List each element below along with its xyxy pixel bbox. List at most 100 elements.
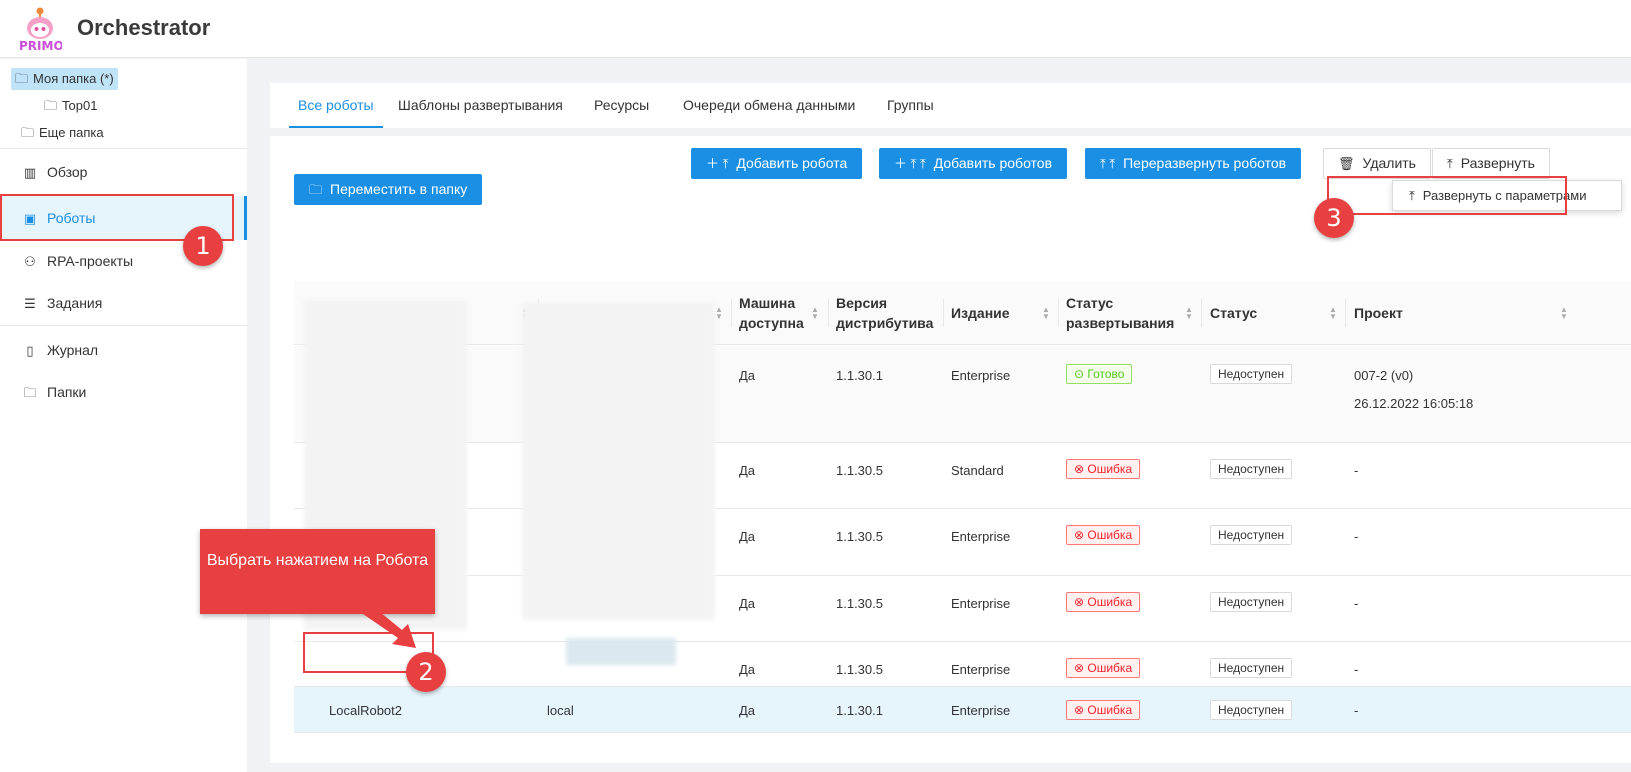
folder-top01[interactable]: 🗀 Top01 [40, 95, 101, 117]
cell-machine: Да [739, 703, 756, 718]
folder-icon: 🗀 [23, 385, 37, 400]
redacted-location [566, 638, 676, 665]
folder-another[interactable]: 🗀 Еще папка [17, 122, 108, 144]
cell-version: 1.1.30.5 [836, 662, 883, 677]
status-badge: Недоступен [1210, 700, 1293, 720]
cell-version: 1.1.30.1 [836, 368, 883, 383]
folder-icon: 🗀 [21, 125, 35, 140]
nav-journal[interactable]: ▯ Журнал [0, 328, 247, 372]
upload-icon: ⤒ [1447, 156, 1453, 171]
tab-deploy-templates[interactable]: Шаблоны развертывания [398, 83, 563, 128]
nav-overview[interactable]: ▥ Обзор [0, 150, 247, 194]
table-row[interactable]: Да 1.1.30.1 Enterprise ⊙ Готово Недоступ… [294, 346, 1631, 443]
col-version[interactable]: Версия дистрибутива [836, 281, 933, 345]
cell-machine: Да [739, 596, 756, 611]
add-robots-button[interactable]: ＋ ⤒ ⤒ Добавить роботов [879, 148, 1068, 179]
error-circle-icon: ⊗ [1074, 595, 1088, 609]
sort-icon: ▲▼ [1560, 305, 1568, 321]
redeploy-robots-button[interactable]: ⤒ ⤒ Переразвернуть роботов [1085, 148, 1302, 179]
add-robot-button[interactable]: ＋ ⤒ Добавить робота [691, 148, 863, 179]
cell-version: 1.1.30.5 [836, 596, 883, 611]
col-machine[interactable]: Машина доступна [739, 281, 809, 345]
col-project[interactable]: Проект [1354, 281, 1403, 345]
cell-machine: Да [739, 662, 756, 677]
plus-upload-icon: ＋ ⤒ [706, 156, 729, 171]
table-row[interactable]: Да 1.1.30.5 Enterprise ⊗ Ошибка Недоступ… [294, 576, 1631, 642]
cell-version: 1.1.30.5 [836, 463, 883, 478]
col-edition[interactable]: Издание [951, 281, 1010, 345]
status-badge-error: ⊗ Ошибка [1066, 658, 1141, 678]
folder-my-folder[interactable]: 🗀 Моя папка (*) [11, 68, 118, 90]
error-circle-icon: ⊗ [1074, 528, 1088, 542]
status-badge: Недоступен [1210, 592, 1293, 612]
upload-icon: ⤒ ⤒ [1100, 156, 1116, 171]
tab-resources[interactable]: Ресурсы [594, 83, 649, 128]
nav-folders[interactable]: 🗀 Папки [0, 370, 247, 414]
folder-icon: 🗀 [309, 182, 323, 197]
sidebar-divider [0, 148, 247, 149]
arrow-icon [360, 612, 416, 648]
app-header: PRIMO Orchestrator [0, 0, 1631, 58]
col-separator [1345, 299, 1346, 327]
instruction-note: Выбрать нажатием на Робота [200, 529, 435, 614]
cell-project: - [1354, 703, 1359, 718]
status-badge-error: ⊗ Ошибка [1066, 700, 1141, 720]
cell-name[interactable]: LocalRobot2 [329, 703, 402, 718]
cell-version: 1.1.30.1 [836, 703, 883, 718]
col-separator [1201, 299, 1202, 327]
cell-project: - [1354, 529, 1359, 544]
step-badge-1: 1 [183, 226, 223, 266]
cell-edition: Enterprise [951, 368, 1011, 383]
callout-deploy-params [1327, 176, 1567, 215]
trash-icon: 🗑 [1338, 156, 1355, 171]
sidebar-divider [0, 325, 247, 326]
status-badge-error: ⊗ Ошибка [1066, 592, 1141, 612]
cell-location: local [547, 703, 574, 718]
check-circle-icon: ⊙ [1074, 367, 1088, 381]
status-badge-error: ⊗ Ошибка [1066, 459, 1141, 479]
table-row-selected[interactable]: LocalRobot2 local Да 1.1.30.1 Enterprise… [294, 687, 1631, 733]
tab-groups[interactable]: Группы [887, 83, 934, 128]
tab-queues[interactable]: Очереди обмена данными [683, 83, 855, 128]
delete-button[interactable]: 🗑 Удалить [1323, 148, 1431, 179]
sort-icon: ▲▼ [1185, 305, 1193, 321]
cell-project: - [1354, 596, 1359, 611]
folder-icon: 🗀 [15, 71, 29, 86]
book-icon: ▯ [26, 343, 34, 358]
tabs-bar: Все роботы Шаблоны развертывания Ресурсы… [270, 83, 1631, 128]
cell-machine: Да [739, 368, 756, 383]
table-row[interactable]: Да 1.1.30.5 Enterprise ⊗ Ошибка Недоступ… [294, 509, 1631, 576]
cell-project: 007-2 (v0) [1354, 368, 1414, 383]
app-title: Orchestrator [77, 15, 211, 40]
col-status[interactable]: Статус [1210, 281, 1257, 345]
cell-edition: Standard [951, 463, 1004, 478]
sort-icon: ▲▼ [715, 305, 723, 321]
table-row[interactable]: Да 1.1.30.5 Standard ⊗ Ошибка Недоступен… [294, 443, 1631, 509]
col-deploy-status[interactable]: Статус развертывания [1066, 281, 1176, 345]
table-header: Наименование ▲▼ Расположение ▲▼ Машина д… [294, 281, 1631, 345]
cell-edition: Enterprise [951, 529, 1011, 544]
list-icon: ☰ [24, 296, 36, 311]
status-badge-ok: ⊙ Готово [1066, 364, 1133, 384]
error-circle-icon: ⊗ [1074, 661, 1088, 675]
col-separator [943, 299, 944, 327]
col-separator [828, 299, 829, 327]
deploy-button[interactable]: ⤒ Развернуть [1432, 148, 1550, 179]
cell-project: - [1354, 662, 1359, 677]
nav-tasks[interactable]: ☰ Задания [0, 281, 247, 325]
sort-icon: ▲▼ [1329, 305, 1337, 321]
plus-upload-icon: ＋ ⤒ ⤒ [894, 156, 926, 171]
status-badge: Недоступен [1210, 459, 1293, 479]
cell-edition: Enterprise [951, 596, 1011, 611]
status-badge: Недоступен [1210, 658, 1293, 678]
tab-all-robots[interactable]: Все роботы [289, 83, 383, 128]
cell-edition: Enterprise [951, 703, 1011, 718]
cell-machine: Да [739, 463, 756, 478]
table-row[interactable]: Да 1.1.30.5 Enterprise ⊗ Ошибка Недоступ… [294, 642, 1631, 687]
cell-version: 1.1.30.5 [836, 529, 883, 544]
step-badge-3: 3 [1314, 198, 1354, 238]
chart-icon: ▥ [23, 165, 37, 180]
error-circle-icon: ⊗ [1074, 462, 1088, 476]
svg-text:PRIMO: PRIMO [19, 39, 62, 52]
move-to-folder-button[interactable]: 🗀 Переместить в папку [294, 174, 483, 205]
